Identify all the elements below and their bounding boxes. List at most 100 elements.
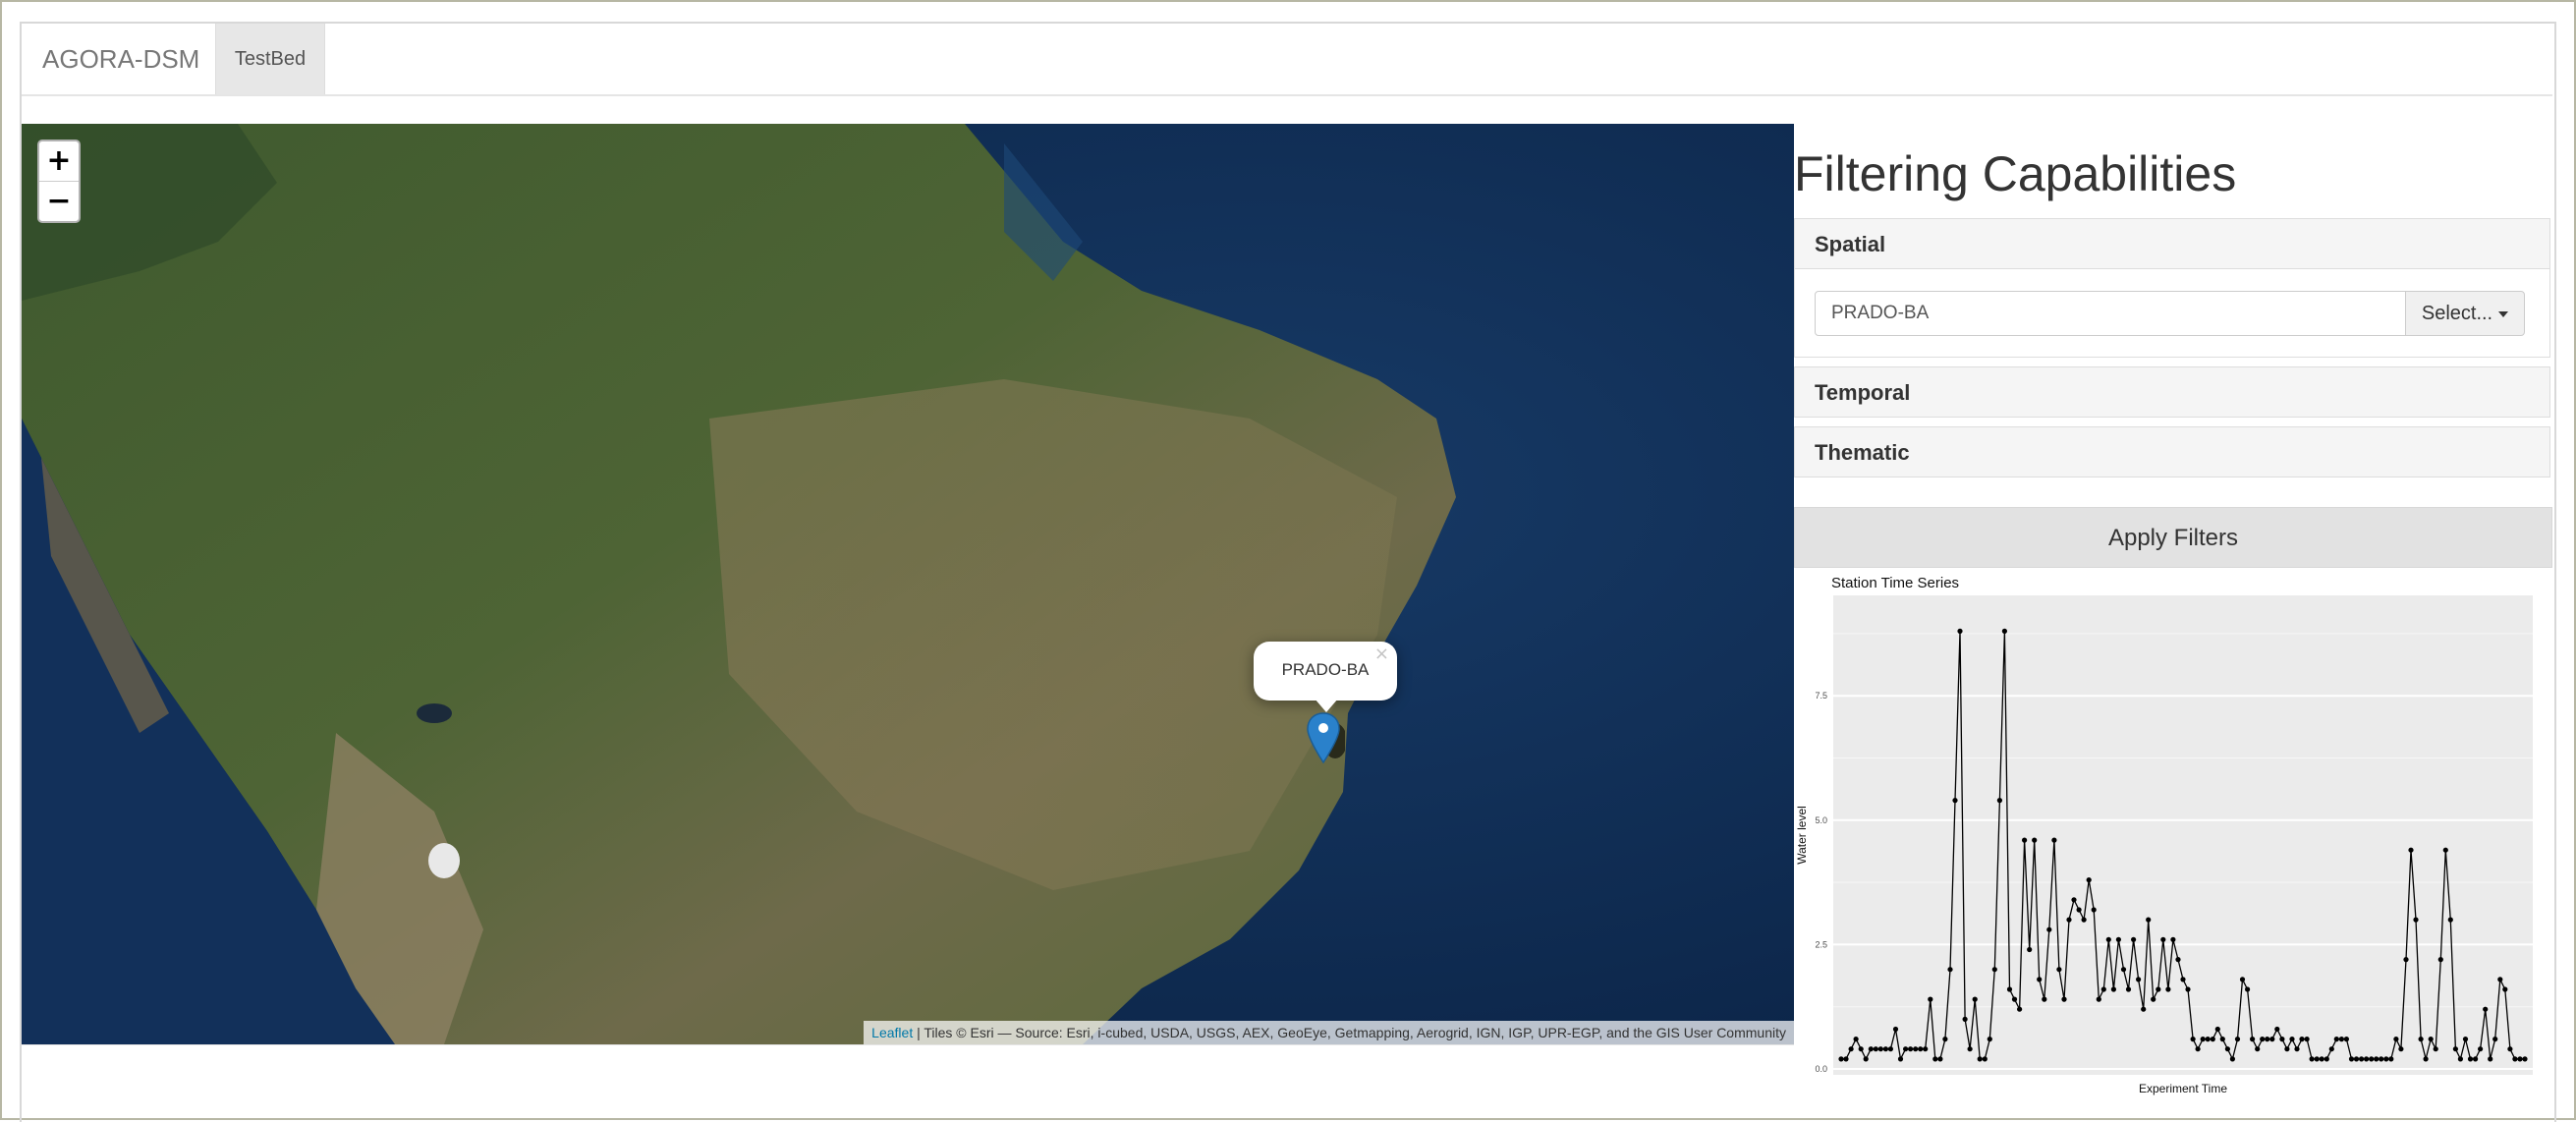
data-point: [2269, 1037, 2275, 1042]
data-point: [2210, 1037, 2215, 1042]
data-point: [2274, 1026, 2280, 1033]
data-point: [2156, 986, 2161, 992]
y-axis-label: Water level: [1795, 806, 1809, 865]
zoom-in-button[interactable]: +: [39, 141, 79, 181]
map-attribution: Leaflet | Tiles © Esri — Source: Esri, i…: [864, 1021, 1794, 1044]
data-point: [2294, 1046, 2300, 1052]
data-point: [1903, 1046, 1909, 1052]
data-point: [2364, 1056, 2370, 1062]
data-point: [2433, 1046, 2438, 1052]
data-point: [2338, 1037, 2344, 1042]
data-point: [1908, 1046, 1914, 1052]
data-point: [1962, 1016, 1968, 1022]
data-point: [1991, 967, 1997, 973]
y-tick-label: 7.5: [1815, 691, 1827, 701]
zoom-control: + −: [37, 140, 81, 223]
data-point: [2081, 917, 2087, 923]
plot-background: [1833, 595, 2533, 1075]
marker-popup: × PRADO-BA: [1254, 642, 1397, 712]
data-point: [2110, 986, 2116, 992]
data-point: [2250, 1037, 2256, 1042]
data-point: [2214, 1026, 2220, 1033]
y-axis-ticks: 0.0 2.5 5.0 7.5: [1815, 691, 1827, 1074]
data-point: [1838, 1056, 1844, 1062]
data-point: [2299, 1037, 2305, 1042]
data-point: [2151, 996, 2156, 1002]
data-point: [2245, 986, 2251, 992]
data-point: [2086, 877, 2092, 883]
section-thematic-header[interactable]: Thematic: [1794, 426, 2550, 477]
data-point: [2042, 996, 2047, 1002]
caret-down-icon: [2498, 310, 2509, 317]
data-point: [2051, 837, 2057, 843]
data-point: [2229, 1056, 2235, 1062]
data-point: [2447, 917, 2453, 923]
data-point: [2383, 1056, 2389, 1062]
section-temporal-header[interactable]: Temporal: [1794, 366, 2550, 418]
brand-link[interactable]: AGORA-DSM: [42, 24, 199, 94]
data-point: [1942, 1037, 1948, 1042]
data-point: [1892, 1026, 1899, 1033]
data-point: [2136, 977, 2142, 982]
data-point: [1972, 996, 1978, 1002]
data-point: [2239, 977, 2246, 982]
data-point: [1882, 1046, 1888, 1052]
data-point: [2056, 967, 2062, 973]
data-point: [1863, 1056, 1869, 1062]
data-point: [2483, 1006, 2489, 1012]
data-point: [2452, 1046, 2458, 1052]
data-point: [2289, 1037, 2295, 1042]
data-point: [2309, 1056, 2315, 1062]
data-point: [2120, 967, 2127, 973]
data-point: [2512, 1056, 2518, 1062]
satellite-imagery: [22, 124, 1794, 1044]
data-point: [2027, 946, 2033, 953]
data-point: [1873, 1046, 1878, 1052]
data-point: [2418, 1037, 2424, 1042]
data-point: [2105, 936, 2111, 942]
zoom-out-button[interactable]: −: [39, 181, 79, 221]
data-point: [2125, 986, 2132, 992]
data-point: [2522, 1056, 2528, 1062]
spatial-location-input[interactable]: [1815, 291, 2406, 336]
data-point: [2175, 957, 2181, 963]
location-select-button[interactable]: Select...: [2405, 291, 2525, 336]
map-view[interactable]: + − × PRADO-BA Leaflet | Tiles © Esri — …: [22, 124, 1794, 1044]
y-tick-label: 2.5: [1815, 939, 1827, 949]
data-point: [2343, 1037, 2349, 1042]
data-point: [1868, 1046, 1874, 1052]
section-spatial-header[interactable]: Spatial: [1794, 218, 2550, 269]
data-point: [2195, 1046, 2201, 1052]
data-point: [1853, 1037, 1859, 1042]
panel-title: Filtering Capabilities: [1794, 146, 2237, 201]
data-point: [2478, 1046, 2484, 1052]
data-point: [2022, 837, 2028, 843]
data-point: [2488, 1056, 2493, 1062]
tab-testbed[interactable]: TestBed: [215, 24, 325, 94]
x-axis-label: Experiment Time: [2139, 1082, 2227, 1095]
data-point: [2473, 1056, 2479, 1062]
data-point: [2146, 917, 2152, 923]
apply-filters-button[interactable]: Apply Filters: [1794, 507, 2552, 568]
data-point: [2096, 996, 2101, 1002]
data-point: [2224, 1046, 2230, 1052]
navbar: AGORA-DSM TestBed: [22, 24, 2552, 96]
attribution-text: | Tiles © Esri — Source: Esri, i-cubed, …: [913, 1025, 1786, 1040]
data-point: [2185, 986, 2191, 992]
data-point: [1977, 1056, 1983, 1062]
data-point: [2442, 847, 2448, 853]
data-point: [2517, 1056, 2523, 1062]
popup-tip: [1315, 699, 1338, 712]
data-point: [2428, 1037, 2434, 1042]
data-point: [1952, 798, 1958, 804]
data-point: [2001, 628, 2007, 634]
data-point: [2061, 996, 2067, 1002]
data-point: [1937, 1056, 1943, 1062]
data-point: [2279, 1037, 2285, 1042]
data-point: [2328, 1046, 2334, 1052]
leaflet-link[interactable]: Leaflet: [871, 1025, 913, 1040]
data-point: [2037, 977, 2043, 982]
data-point: [2170, 936, 2176, 942]
location-marker-icon[interactable]: [1306, 711, 1345, 770]
data-point: [2100, 986, 2106, 992]
